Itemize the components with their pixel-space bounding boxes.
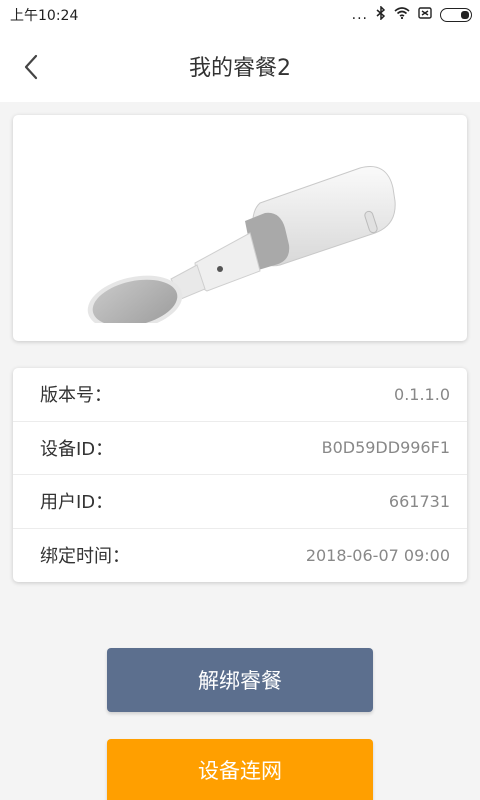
smart-spoon-image xyxy=(87,166,396,323)
network-setup-button[interactable]: 设备连网 xyxy=(107,739,373,800)
info-label: 用户ID： xyxy=(40,492,114,514)
page-title: 我的睿餐2 xyxy=(189,56,291,81)
status-time: 上午10:24 xyxy=(10,8,79,24)
info-row-device-id: 设备ID： B0D59DD996F1 xyxy=(13,422,467,475)
battery-level xyxy=(461,11,469,19)
battery-icon xyxy=(440,8,472,22)
unbind-button[interactable]: 解绑睿餐 xyxy=(107,648,373,712)
header: 我的睿餐2 xyxy=(0,30,480,102)
sim-icon xyxy=(418,7,432,23)
chevron-left-icon xyxy=(24,54,38,80)
status-bar: 上午10:24 ... xyxy=(0,0,480,30)
info-value: B0D59DD996F1 xyxy=(321,438,450,458)
product-image-card xyxy=(13,115,467,341)
info-row-version: 版本号： 0.1.1.0 xyxy=(13,368,467,422)
info-value: 2018-06-07 09:00 xyxy=(305,545,450,565)
info-label: 设备ID： xyxy=(40,438,114,460)
info-row-bind-time: 绑定时间： 2018-06-07 09:00 xyxy=(13,529,467,583)
back-button[interactable] xyxy=(14,50,48,84)
info-label: 版本号： xyxy=(40,385,112,407)
info-value: 661731 xyxy=(388,491,450,511)
device-info-card: 版本号： 0.1.1.0 设备ID： B0D59DD996F1 用户ID： 66… xyxy=(13,368,467,582)
info-row-user-id: 用户ID： 661731 xyxy=(13,475,467,529)
status-icons: ... xyxy=(351,5,472,24)
info-label: 绑定时间： xyxy=(40,546,130,568)
status-dots: ... xyxy=(351,7,368,23)
wifi-icon xyxy=(394,7,410,23)
bluetooth-icon xyxy=(376,5,386,24)
info-value: 0.1.1.0 xyxy=(394,384,450,404)
